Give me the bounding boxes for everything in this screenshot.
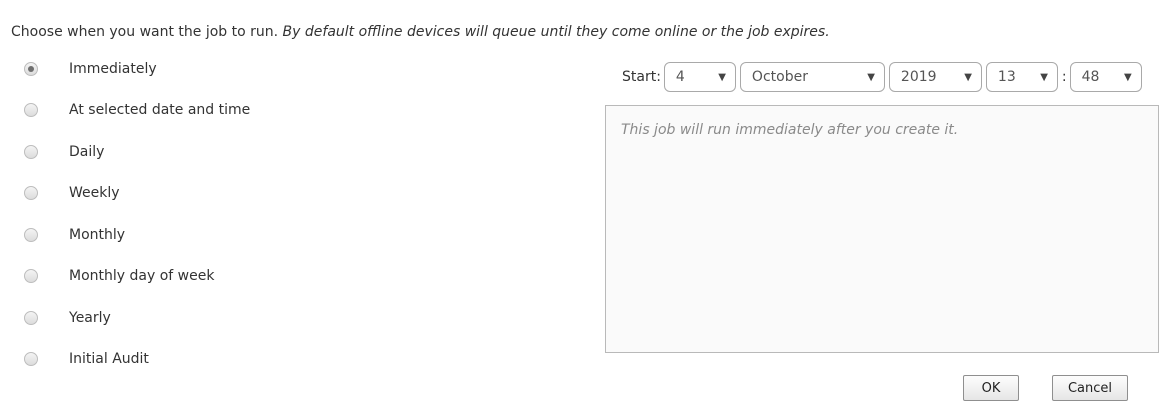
option-label: Immediately	[69, 61, 157, 77]
start-month-select[interactable]: October ▼	[739, 62, 885, 92]
radio-button[interactable]	[24, 145, 38, 159]
dropdown-arrow-icon: ▼	[1040, 71, 1048, 83]
cancel-button[interactable]: Cancel	[1052, 375, 1128, 401]
option-label: Initial Audit	[69, 351, 149, 367]
start-minute-value: 48	[1081, 69, 1100, 85]
instructions-text: Choose when you want the job to run. By …	[11, 22, 830, 42]
start-hour-select[interactable]: 13 ▼	[985, 62, 1058, 92]
dropdown-arrow-icon: ▼	[718, 71, 726, 83]
radio-button[interactable]	[24, 311, 38, 325]
instructions-italic: By default offline devices will queue un…	[282, 24, 830, 40]
radio-button[interactable]	[24, 62, 38, 76]
start-year-value: 2019	[900, 69, 937, 85]
option-yearly[interactable]: Yearly	[24, 305, 444, 331]
option-label: Yearly	[69, 310, 111, 326]
dropdown-arrow-icon: ▼	[867, 71, 875, 83]
radio-button[interactable]	[24, 103, 38, 117]
start-month-value: October	[751, 69, 808, 85]
start-hour-value: 13	[997, 69, 1016, 85]
start-day-select[interactable]: 4 ▼	[663, 62, 736, 92]
schedule-description-box: This job will run immediately after you …	[605, 105, 1159, 353]
radio-button[interactable]	[24, 269, 38, 283]
option-label: Weekly	[69, 185, 120, 201]
schedule-description-text: This job will run immediately after you …	[621, 122, 959, 138]
start-year-select[interactable]: 2019 ▼	[888, 62, 982, 92]
dropdown-arrow-icon: ▼	[964, 71, 972, 83]
start-day-value: 4	[675, 69, 685, 85]
option-immediately[interactable]: Immediately	[24, 56, 444, 82]
option-label: At selected date and time	[69, 102, 251, 118]
radio-button[interactable]	[24, 228, 38, 242]
option-monthly-day-of-week[interactable]: Monthly day of week	[24, 263, 444, 289]
option-at-selected-date-and-time[interactable]: At selected date and time	[24, 97, 444, 123]
option-initial-audit[interactable]: Initial Audit	[24, 346, 444, 372]
time-separator: :	[1061, 69, 1067, 85]
option-label: Monthly	[69, 227, 126, 243]
dropdown-arrow-icon: ▼	[1123, 71, 1132, 83]
start-label: Start:	[622, 69, 661, 85]
option-weekly[interactable]: Weekly	[24, 180, 444, 206]
option-label: Daily	[69, 144, 105, 160]
ok-button[interactable]: OK	[963, 375, 1019, 401]
radio-button[interactable]	[24, 352, 38, 366]
start-datetime-row: Start: 4 ▼ October ▼ 2019 ▼ 13 ▼ : 48 ▼	[622, 61, 1142, 93]
option-daily[interactable]: Daily	[24, 139, 444, 165]
option-monthly[interactable]: Monthly	[24, 222, 444, 248]
start-minute-select[interactable]: 48 ▼	[1069, 62, 1142, 92]
option-label: Monthly day of week	[69, 268, 215, 284]
instructions-plain: Choose when you want the job to run.	[11, 24, 283, 40]
radio-button[interactable]	[24, 186, 38, 200]
